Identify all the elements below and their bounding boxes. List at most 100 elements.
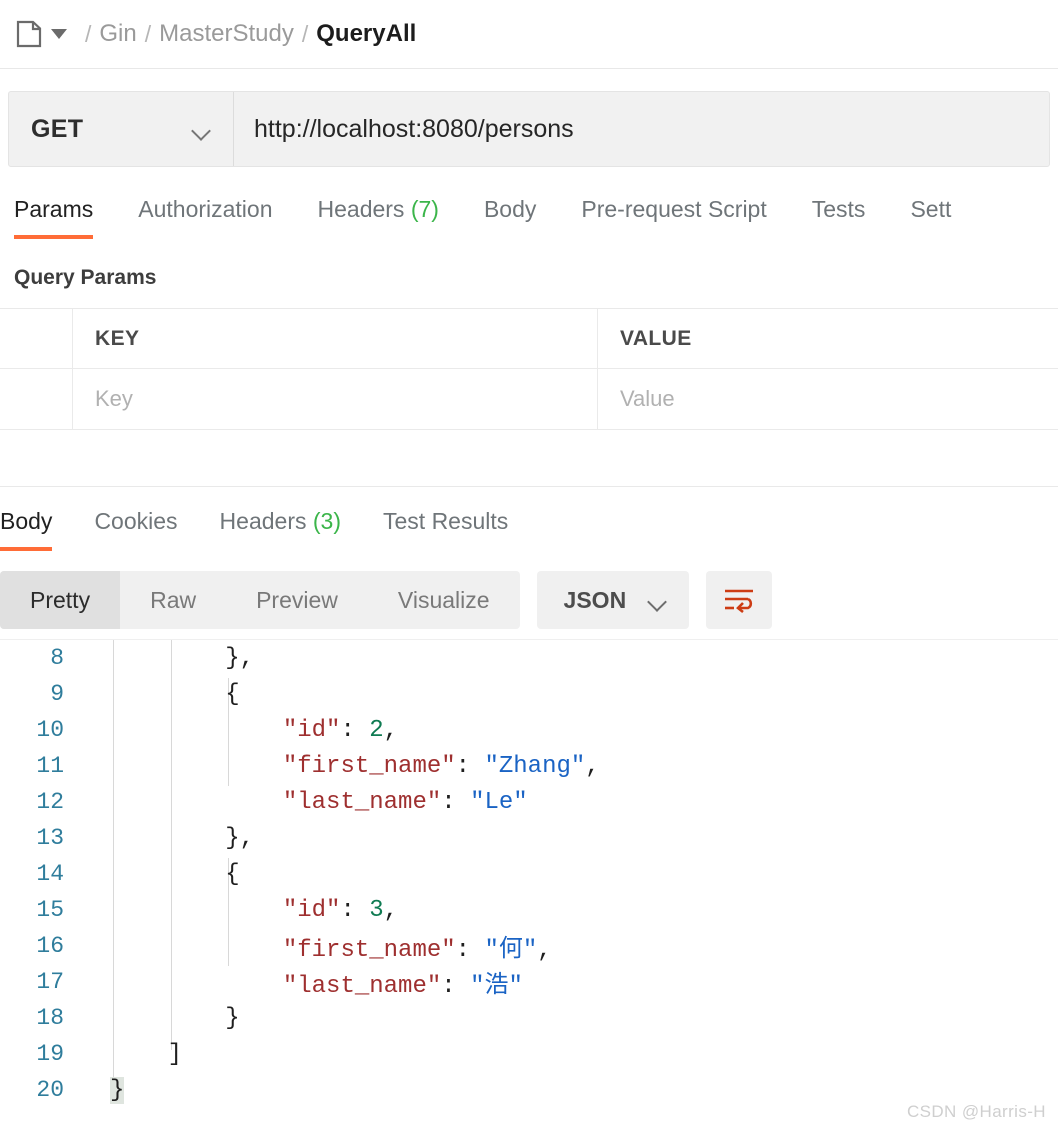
line-number: 12 (36, 789, 64, 815)
code-line-text: "first_name": "Zhang", (282, 752, 600, 780)
line-number: 18 (36, 1005, 64, 1031)
tab-test-results-label: Test Results (383, 508, 509, 534)
tab-params[interactable]: Params (14, 193, 94, 239)
row-checkbox-cell[interactable] (0, 369, 73, 429)
code-line-text: ] (110, 1040, 183, 1068)
code-line-text: { (110, 860, 240, 888)
line-number: 11 (36, 753, 64, 779)
code-line-text: "id": 3, (282, 896, 399, 924)
code-line-text: { (110, 680, 240, 708)
request-tab-bar: Params Authorization Headers (7) Body Pr… (0, 193, 1058, 250)
request-url-text: http://localhost:8080/persons (254, 114, 574, 143)
code-line: 19 ] (0, 1036, 1058, 1072)
code-line: 10 "id": 2, (0, 712, 1058, 748)
view-mode-pretty[interactable]: Pretty (0, 571, 121, 629)
request-url-bar: GET http://localhost:8080/persons (8, 91, 1050, 167)
code-line-text: "last_name": "浩" (282, 973, 523, 1000)
column-header-value: VALUE (620, 326, 692, 350)
response-tab-bar: Body Cookies Headers (3) Test Results (0, 505, 1058, 561)
key-input-placeholder: Key (95, 386, 133, 411)
header-checkbox-cell (0, 309, 73, 368)
query-params-table: KEY VALUE Key Value (0, 308, 1058, 430)
tab-tests-label: Tests (811, 196, 866, 222)
watermark: CSDN @Harris-H (906, 1102, 1046, 1121)
code-line-text: } (110, 1004, 240, 1032)
code-line-text: "last_name": "Le" (282, 788, 528, 816)
code-line: 12 "last_name": "Le" (0, 784, 1058, 820)
line-number: 13 (36, 825, 64, 851)
breadcrumb-separator-1: / (144, 20, 152, 47)
http-method-selector[interactable]: GET (9, 92, 234, 166)
column-header-key: KEY (95, 326, 140, 350)
request-response-divider (0, 486, 1058, 487)
tab-response-body[interactable]: Body (0, 505, 53, 551)
line-number: 9 (50, 681, 64, 707)
tab-response-headers[interactable]: Headers (3) (220, 505, 341, 551)
tab-params-label: Params (14, 196, 94, 222)
tab-settings[interactable]: Sett (910, 193, 951, 239)
row-value-cell[interactable]: Value (598, 369, 1058, 429)
code-line-text: }, (110, 644, 255, 672)
code-line: 9 { (0, 676, 1058, 712)
code-line: 20 } (0, 1072, 1058, 1108)
query-params-title: Query Params (14, 266, 157, 289)
code-line: 17 "last_name": "浩" (0, 964, 1058, 1000)
code-line: 8 }, (0, 640, 1058, 676)
header-value-cell: VALUE (598, 309, 1058, 368)
view-mode-visualize[interactable]: Visualize (368, 571, 520, 629)
row-key-cell[interactable]: Key (73, 369, 598, 429)
response-body-code-viewer[interactable]: 8 }, 9 { 10 "id": 2, 11 "first_name": "Z… (0, 639, 1058, 1109)
tab-headers-label: Headers (317, 196, 405, 222)
breadcrumb-item-gin[interactable]: Gin (99, 20, 136, 48)
response-language-label: JSON (563, 586, 627, 613)
request-pane-spacer (0, 430, 1058, 486)
document-icon-svg (16, 20, 42, 48)
tab-tests[interactable]: Tests (812, 193, 866, 239)
view-mode-raw[interactable]: Raw (120, 571, 226, 629)
code-line-text: }, (110, 824, 255, 852)
line-number: 20 (36, 1077, 64, 1103)
response-language-selector[interactable]: JSON (536, 571, 690, 629)
value-input-placeholder: Value (620, 386, 675, 411)
tab-body[interactable]: Body (484, 193, 536, 239)
code-line-text: "first_name": "何", (282, 937, 552, 964)
breadcrumb-item-masterstudy[interactable]: MasterStudy (159, 20, 294, 48)
breadcrumb: / Gin / MasterStudy / QueryAll (0, 0, 1058, 69)
caret-down-icon[interactable] (51, 29, 67, 39)
code-line: 14 { (0, 856, 1058, 892)
response-view-mode-group: Pretty Raw Preview Visualize (0, 571, 520, 629)
postman-request-response-view: / Gin / MasterStudy / QueryAll GET http:… (0, 0, 1058, 1136)
tab-headers[interactable]: Headers (7) (318, 193, 439, 239)
code-line: 18 } (0, 1000, 1058, 1036)
breadcrumb-item-queryall[interactable]: QueryAll (316, 20, 416, 48)
tab-response-headers-label: Headers (219, 508, 307, 534)
line-number: 15 (36, 897, 64, 923)
word-wrap-icon (725, 589, 754, 614)
tab-body-label: Body (483, 196, 537, 222)
tab-authorization[interactable]: Authorization (138, 193, 272, 239)
code-line-text: "id": 2, (282, 716, 399, 744)
tab-settings-label: Sett (910, 196, 952, 222)
tab-test-results[interactable]: Test Results (383, 505, 508, 551)
chevron-down-icon (648, 595, 667, 606)
code-line: 13 }, (0, 820, 1058, 856)
line-number: 17 (36, 969, 64, 995)
breadcrumb-separator-2: / (301, 20, 309, 47)
chevron-down-icon (192, 124, 211, 135)
view-mode-pretty-label: Pretty (30, 586, 91, 613)
line-number: 8 (50, 645, 64, 671)
code-line-list: 8 }, 9 { 10 "id": 2, 11 "first_name": "Z… (0, 640, 1058, 1108)
http-method-label: GET (31, 114, 84, 143)
view-mode-preview[interactable]: Preview (226, 571, 368, 629)
request-url-input[interactable]: http://localhost:8080/persons (234, 92, 1049, 166)
tab-response-cookies[interactable]: Cookies (94, 505, 177, 551)
tab-pre-request-script-label: Pre-request Script (581, 196, 767, 222)
word-wrap-button[interactable] (706, 571, 773, 629)
view-mode-visualize-label: Visualize (397, 586, 490, 613)
header-key-cell: KEY (73, 309, 598, 368)
tab-pre-request-script[interactable]: Pre-request Script (581, 193, 766, 239)
tab-response-cookies-label: Cookies (94, 508, 178, 534)
document-icon[interactable] (16, 20, 42, 48)
breadcrumb-separator-0: / (85, 20, 92, 47)
line-number: 19 (36, 1041, 64, 1067)
